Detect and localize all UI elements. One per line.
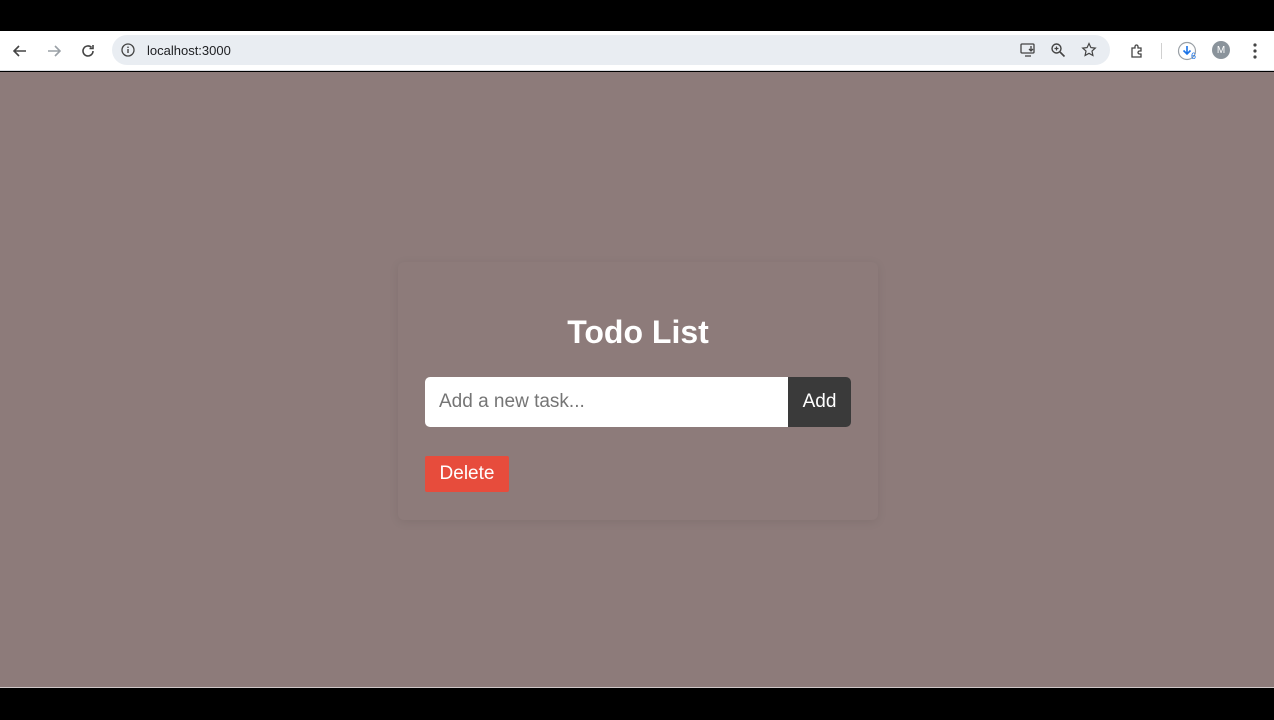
add-button[interactable]: Add [788, 377, 851, 427]
bookmark-button[interactable] [1079, 40, 1099, 60]
delete-button[interactable]: Delete [425, 456, 509, 492]
zoom-icon [1051, 43, 1066, 58]
page-content: Todo List Add Delete [0, 72, 1274, 687]
zoom-button[interactable] [1048, 40, 1068, 60]
browser-toolbar: localhost:3000 6 [0, 31, 1274, 71]
browser-menu-button[interactable] [1243, 39, 1267, 63]
site-info-button[interactable] [120, 42, 136, 58]
reload-icon [82, 45, 94, 57]
task-input[interactable] [425, 377, 788, 427]
todo-card: Todo List Add Delete [398, 262, 878, 520]
extensions-button[interactable] [1125, 39, 1149, 63]
toolbar-divider [1161, 43, 1162, 59]
back-arrow-icon [13, 45, 26, 57]
puzzle-icon [1131, 44, 1142, 58]
forward-arrow-icon [48, 45, 61, 57]
address-bar[interactable]: localhost:3000 [112, 35, 1110, 65]
screen-bottom-border [0, 687, 1274, 720]
info-icon [121, 43, 135, 57]
install-app-icon [1020, 43, 1035, 57]
reload-button[interactable] [76, 39, 100, 63]
screen-top-border [0, 0, 1274, 31]
download-count: 6 [1191, 51, 1197, 61]
address-url[interactable]: localhost:3000 [147, 43, 231, 58]
install-app-button[interactable] [1018, 40, 1038, 60]
star-icon [1081, 42, 1097, 57]
back-button[interactable] [8, 39, 32, 63]
profile-avatar[interactable]: M [1212, 41, 1230, 59]
page-title: Todo List [567, 314, 709, 350]
kebab-menu-icon [1253, 43, 1257, 59]
forward-button[interactable] [42, 39, 66, 63]
